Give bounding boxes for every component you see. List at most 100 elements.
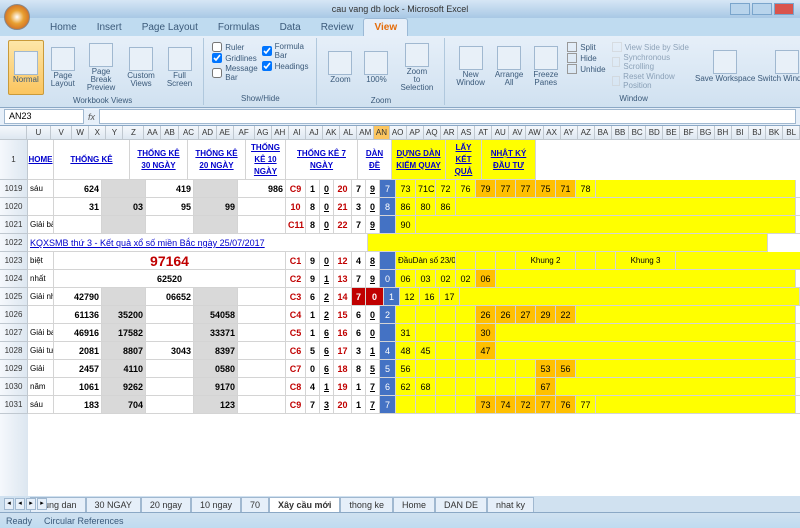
col-header[interactable]: AE (217, 126, 234, 140)
col-header[interactable]: BJ (749, 126, 766, 140)
100-button[interactable]: 100% (359, 40, 393, 95)
col-header[interactable]: AC (179, 126, 200, 140)
header-link-tk20[interactable]: THỐNG KÊ 20 NGÀY (188, 140, 246, 180)
col-header[interactable]: AV (509, 126, 526, 140)
minimize-button[interactable] (730, 3, 750, 15)
row-header[interactable]: 1030 (0, 378, 28, 396)
header-link-tk30[interactable]: THỐNG KÊ 30 NGÀY (130, 140, 188, 180)
zoomtoselection-button[interactable]: ZoomtoSelection (395, 40, 438, 95)
row-header[interactable]: 1029 (0, 360, 28, 378)
row-header[interactable]: 1022 (0, 234, 28, 252)
header-link-dungdan[interactable]: DỰNG DÀN KIỂM QUAY (392, 140, 446, 180)
col-header[interactable]: BI (732, 126, 749, 140)
tab-review[interactable]: Review (311, 19, 364, 36)
row-header[interactable]: 1023 (0, 252, 28, 270)
col-header[interactable]: BF (680, 126, 697, 140)
name-box[interactable]: AN23 (4, 109, 84, 124)
save-workspace-button[interactable]: Save Workspace (695, 40, 755, 93)
checkbox-ruler[interactable]: Ruler (212, 42, 257, 52)
formula-input[interactable] (99, 109, 796, 124)
header-link-tk[interactable]: THỐNG KÊ (54, 140, 130, 180)
sheet-tab[interactable]: Home (393, 497, 435, 512)
checkbox-gridlines[interactable]: Gridlines (212, 53, 257, 63)
hide-option[interactable]: Hide (567, 53, 605, 63)
col-header[interactable]: Z (123, 126, 144, 140)
header-link-tk10[interactable]: THỐNG KÊ 10 NGÀY (246, 140, 286, 180)
checkbox-headings[interactable]: Headings (262, 61, 309, 71)
col-header[interactable]: BC (629, 126, 646, 140)
col-header[interactable]: AR (441, 126, 458, 140)
col-header[interactable]: U (27, 126, 52, 140)
full-screen-button[interactable]: FullScreen (162, 40, 197, 95)
tab-page-layout[interactable]: Page Layout (132, 19, 208, 36)
checkbox-formula-bar[interactable]: Formula Bar (262, 42, 309, 60)
header-link-home[interactable]: HOME (28, 140, 54, 180)
fx-icon[interactable]: fx (88, 112, 95, 122)
tab-insert[interactable]: Insert (87, 19, 132, 36)
col-header[interactable]: AF (234, 126, 255, 140)
sheet-tab[interactable]: 10 ngay (191, 497, 241, 512)
col-header[interactable]: BL (783, 126, 800, 140)
col-header[interactable] (0, 126, 27, 140)
col-header[interactable]: AD (199, 126, 216, 140)
col-header[interactable]: AW (526, 126, 543, 140)
sheet-tab[interactable]: thong ke (340, 497, 393, 512)
normal-button[interactable]: Normal (8, 40, 44, 95)
col-header[interactable]: AJ (306, 126, 323, 140)
unhide-option[interactable]: Unhide (567, 64, 605, 74)
header-link-dande[interactable]: DÀN ĐỀ (358, 140, 392, 180)
col-header[interactable]: AH (272, 126, 289, 140)
col-header[interactable]: AI (289, 126, 306, 140)
col-header[interactable]: AO (390, 126, 407, 140)
row-header[interactable]: 1021 (0, 216, 28, 234)
col-header[interactable]: BE (663, 126, 680, 140)
col-header[interactable]: V (51, 126, 72, 140)
col-header[interactable]: AN (374, 126, 389, 140)
col-header[interactable]: AY (561, 126, 578, 140)
col-header[interactable]: X (89, 126, 106, 140)
sheet-tab[interactable]: 70 (241, 497, 269, 512)
row-header[interactable]: 1 (0, 140, 28, 180)
col-header[interactable]: AT (475, 126, 492, 140)
maximize-button[interactable] (752, 3, 772, 15)
col-header[interactable]: AQ (424, 126, 441, 140)
col-header[interactable]: AM (357, 126, 374, 140)
new-window-button[interactable]: NewWindow (451, 40, 489, 93)
col-header[interactable]: AZ (578, 126, 595, 140)
tab-formulas[interactable]: Formulas (208, 19, 270, 36)
custom-views-button[interactable]: CustomViews (122, 40, 160, 95)
col-header[interactable]: AS (458, 126, 475, 140)
sheet-tab[interactable]: DAN DE (435, 497, 487, 512)
checkbox-message-bar[interactable]: Message Bar (212, 64, 257, 82)
col-header[interactable]: AB (161, 126, 178, 140)
col-header[interactable]: BB (612, 126, 629, 140)
page-break-preview-button[interactable]: PageBreakPreview (82, 40, 120, 95)
tab-data[interactable]: Data (270, 19, 311, 36)
arrange-all-button[interactable]: ArrangeAll (490, 40, 528, 93)
sheet-tab[interactable]: 20 ngay (141, 497, 191, 512)
col-header[interactable]: AA (144, 126, 161, 140)
sheet-tab[interactable]: 30 NGAY (86, 497, 141, 512)
col-header[interactable]: AG (255, 126, 272, 140)
col-header[interactable]: AL (340, 126, 357, 140)
header-link-layketqua[interactable]: LẤY KẾT QUẢ (446, 140, 482, 180)
tab-home[interactable]: Home (40, 19, 87, 36)
col-header[interactable]: BA (595, 126, 612, 140)
col-header[interactable]: W (72, 126, 89, 140)
worksheet[interactable]: UVWXYZAAABACADAEAFAGAHAIAJAKALAMANAOAPAQ… (0, 126, 800, 496)
row-header[interactable]: 1026 (0, 306, 28, 324)
row-header[interactable]: 1025 (0, 288, 28, 306)
col-header[interactable]: AU (492, 126, 509, 140)
header-link-tk7[interactable]: THỐNG KÊ 7 NGÀY (286, 140, 358, 180)
col-header[interactable]: BK (766, 126, 783, 140)
switch-windows-button[interactable]: Switch Windows (757, 40, 800, 93)
sheet-tab[interactable]: nhat ky (487, 497, 534, 512)
col-header[interactable]: BH (715, 126, 732, 140)
close-button[interactable] (774, 3, 794, 15)
result-title[interactable]: KQXSMB thứ 3 - Kết quả xổ số miền Bắc ng… (28, 234, 368, 252)
col-header[interactable]: BD (646, 126, 663, 140)
col-header[interactable]: AP (407, 126, 424, 140)
row-header[interactable]: 1027 (0, 324, 28, 342)
col-header[interactable]: Y (106, 126, 123, 140)
split-option[interactable]: Split (567, 42, 605, 52)
